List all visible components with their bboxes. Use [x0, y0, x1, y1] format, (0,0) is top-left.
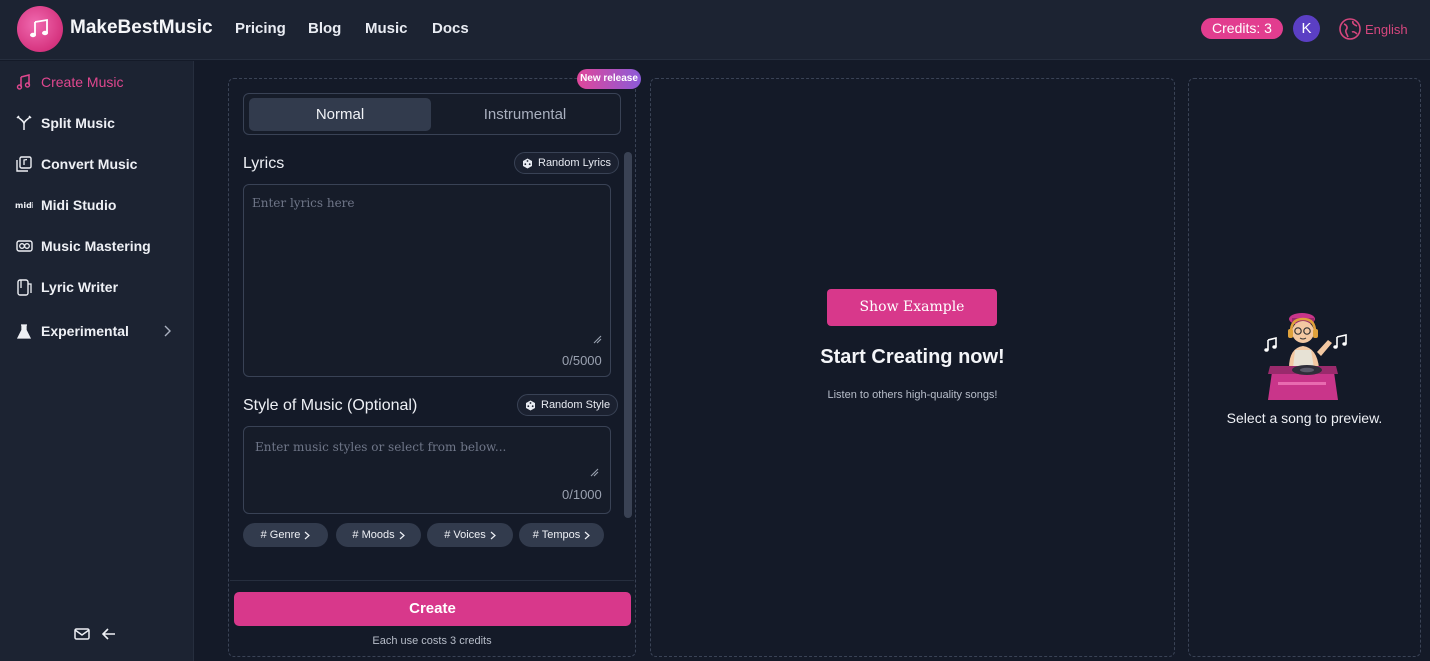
chevron-right-icon — [399, 531, 405, 539]
midi-icon: midi — [14, 196, 34, 214]
sidebar-footer — [74, 627, 116, 645]
sidebar-item-midi-studio[interactable]: midi Midi Studio — [14, 196, 116, 214]
sidebar-item-lyric-writer[interactable]: Lyric Writer — [14, 278, 118, 296]
form-scrollbar[interactable] — [624, 152, 632, 518]
sidebar-item-convert-music[interactable]: Convert Music — [14, 155, 137, 173]
nav-blog[interactable]: Blog — [308, 20, 341, 37]
mode-toggle: Normal Instrumental — [243, 93, 621, 135]
create-button[interactable]: Create — [234, 592, 631, 626]
show-example-button[interactable]: Show Example — [827, 289, 997, 326]
nav-pricing[interactable]: Pricing — [235, 20, 286, 37]
mastering-icon — [14, 237, 34, 255]
language-selector[interactable]: English — [1339, 18, 1408, 40]
style-counter: 0/1000 — [562, 487, 602, 502]
sidebar-item-label: Music Mastering — [41, 238, 151, 254]
lyrics-counter: 0/5000 — [562, 353, 602, 368]
resize-handle-icon[interactable] — [590, 468, 599, 477]
chip-voices[interactable]: # Voices — [427, 523, 513, 547]
style-placeholder: Enter music styles or select from below.… — [255, 440, 507, 454]
nav-docs[interactable]: Docs — [432, 20, 469, 37]
start-creating-title: Start Creating now! — [820, 346, 1005, 368]
sidebar-item-label: Split Music — [41, 115, 115, 131]
sidebar-item-label: Convert Music — [41, 156, 138, 172]
chip-moods[interactable]: # Moods — [336, 523, 421, 547]
style-label: Style of Music (Optional) — [243, 397, 418, 414]
chevron-right-icon — [584, 531, 591, 539]
new-release-badge: New release — [577, 69, 641, 89]
mail-icon[interactable] — [74, 627, 90, 645]
chip-genre[interactable]: # Genre — [243, 523, 328, 547]
lyrics-placeholder: Enter lyrics here — [252, 196, 355, 210]
credits-badge[interactable]: Credits: 3 — [1201, 18, 1283, 39]
chevron-right-icon — [304, 531, 311, 539]
lyric-writer-icon — [14, 278, 34, 296]
random-lyrics-label: Random Lyrics — [538, 157, 611, 169]
sidebar-item-split-music[interactable]: Split Music — [14, 114, 115, 132]
cost-note: Each use costs 3 credits — [372, 635, 492, 647]
sidebar-item-label: Create Music — [41, 74, 124, 90]
random-style-button[interactable]: Random Style — [517, 394, 619, 416]
logo-music-icon — [30, 18, 48, 38]
nav-music[interactable]: Music — [365, 20, 408, 37]
lyrics-label: Lyrics — [243, 155, 285, 172]
convert-icon — [14, 155, 34, 173]
sidebar-item-label: Experimental — [41, 323, 129, 339]
preview-text: Select a song to preview. — [1226, 410, 1383, 426]
random-style-label: Random Style — [541, 399, 611, 411]
globe-icon — [1339, 18, 1361, 40]
chip-label: # Moods — [352, 529, 395, 541]
form-divider — [230, 580, 634, 581]
dice-icon — [523, 158, 532, 168]
random-lyrics-button[interactable]: Random Lyrics — [514, 152, 619, 174]
tab-instrumental[interactable]: Instrumental — [434, 98, 616, 131]
chip-label: # Voices — [444, 529, 486, 541]
chip-tempos[interactable]: # Tempos — [519, 523, 604, 547]
collapse-arrow-icon[interactable] — [101, 627, 116, 645]
sidebar-item-label: Lyric Writer — [41, 279, 119, 295]
sidebar-item-music-mastering[interactable]: Music Mastering — [14, 237, 151, 255]
logo[interactable] — [17, 6, 63, 52]
music-note-icon — [14, 73, 34, 91]
language-label: English — [1365, 21, 1408, 37]
lyrics-input[interactable]: Enter lyrics here 0/5000 — [243, 184, 611, 377]
split-icon — [14, 114, 34, 132]
chevron-right-icon — [490, 531, 496, 539]
tab-normal[interactable]: Normal — [249, 98, 431, 131]
chip-label: # Tempos — [532, 529, 581, 541]
top-header: MakeBestMusic Pricing Blog Music Docs Cr… — [0, 0, 1430, 60]
sidebar-item-create-music[interactable]: Create Music — [14, 73, 123, 91]
svg-text:midi: midi — [15, 201, 33, 210]
start-creating-subtitle: Listen to others high-quality songs! — [827, 389, 998, 401]
chip-label: # Genre — [260, 529, 301, 541]
chevron-right-icon[interactable] — [163, 324, 171, 340]
dj-illustration-icon — [1264, 313, 1347, 400]
style-input[interactable]: Enter music styles or select from below.… — [243, 426, 611, 514]
flask-icon — [14, 322, 34, 340]
sidebar-item-label: Midi Studio — [41, 197, 117, 213]
resize-handle-icon[interactable] — [593, 335, 602, 344]
dice-icon — [526, 400, 535, 410]
avatar[interactable]: K — [1293, 15, 1320, 42]
sidebar-item-experimental[interactable]: Experimental — [14, 322, 129, 340]
sidebar: Create Music Split Music Convert Music m… — [0, 61, 194, 661]
brand-name[interactable]: MakeBestMusic — [70, 17, 213, 39]
